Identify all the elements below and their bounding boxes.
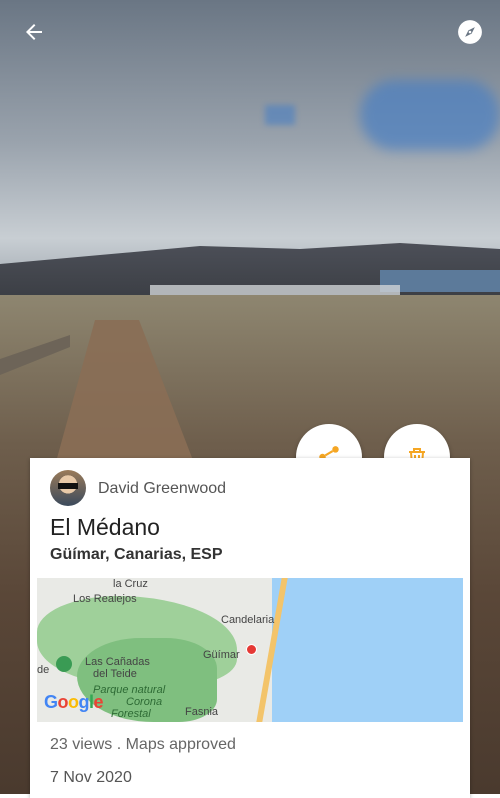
map-label-del-teide: del Teide bbox=[93, 668, 137, 680]
map-label-forestal: Forestal bbox=[111, 708, 151, 720]
photo-info-card: David Greenwood El Médano Güímar, Canari… bbox=[30, 458, 470, 798]
google-logo: Google bbox=[44, 692, 104, 712]
sky-patch bbox=[360, 80, 500, 150]
avatar-censor-bar bbox=[58, 483, 78, 489]
map-label-fasnia: Fasnia bbox=[185, 706, 219, 718]
capture-date: 7 Nov 2020 bbox=[50, 769, 132, 786]
map-label-parque: Parque natural bbox=[93, 684, 166, 696]
map-label-guimar: Güímar bbox=[203, 649, 240, 661]
compass-button[interactable] bbox=[452, 14, 488, 50]
stats-text: 23 views . Maps approved bbox=[50, 736, 236, 753]
location-map[interactable]: la Cruz Los Realejos Candelaria Güímar d… bbox=[37, 578, 463, 722]
mountain-peak-icon bbox=[56, 656, 72, 672]
map-label-la-cruz: la Cruz bbox=[113, 578, 148, 590]
place-location: Güímar, Canarias, ESP bbox=[50, 546, 223, 563]
map-label-candelaria: Candelaria bbox=[221, 614, 275, 626]
map-label-los-realejos: Los Realejos bbox=[73, 593, 137, 605]
place-title: El Médano bbox=[50, 514, 160, 540]
town bbox=[150, 285, 400, 295]
compass-icon bbox=[458, 20, 482, 44]
arrow-left-icon bbox=[26, 24, 42, 40]
author-name[interactable]: David Greenwood bbox=[98, 480, 226, 498]
map-label-corona: Corona bbox=[126, 696, 163, 708]
sky-patch-small bbox=[265, 105, 295, 125]
location-pin-icon bbox=[246, 644, 257, 655]
map-label-de: de bbox=[37, 664, 50, 676]
avatar[interactable] bbox=[50, 470, 86, 506]
map-label-las-canadas: Las Cañadas bbox=[85, 656, 150, 668]
back-button[interactable] bbox=[16, 14, 52, 50]
